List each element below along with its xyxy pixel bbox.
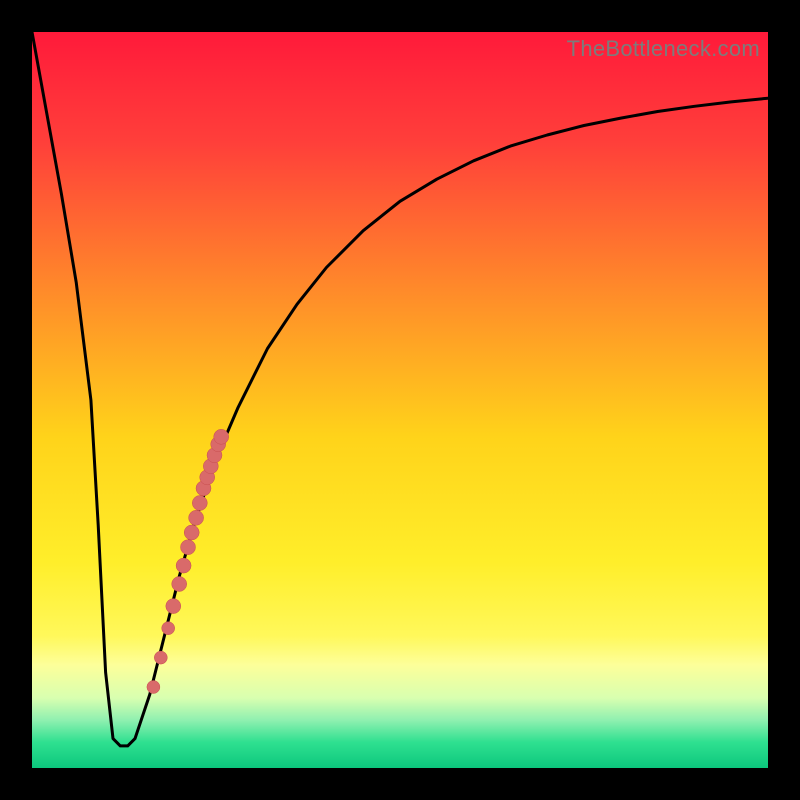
data-point [166, 599, 181, 614]
data-point [154, 651, 167, 664]
watermark-text: TheBottleneck.com [567, 36, 760, 62]
data-point [189, 510, 204, 525]
data-point [147, 681, 160, 694]
chart-frame: TheBottleneck.com [0, 0, 800, 800]
dot-cluster [147, 429, 229, 693]
data-point [176, 558, 191, 573]
data-point [172, 577, 187, 592]
data-point [214, 429, 229, 444]
data-point [181, 540, 196, 555]
plot-area: TheBottleneck.com [32, 32, 768, 768]
data-point [192, 496, 207, 511]
data-point [184, 525, 199, 540]
curve-layer [32, 32, 768, 768]
bottleneck-curve [32, 32, 768, 746]
data-point [162, 622, 175, 635]
